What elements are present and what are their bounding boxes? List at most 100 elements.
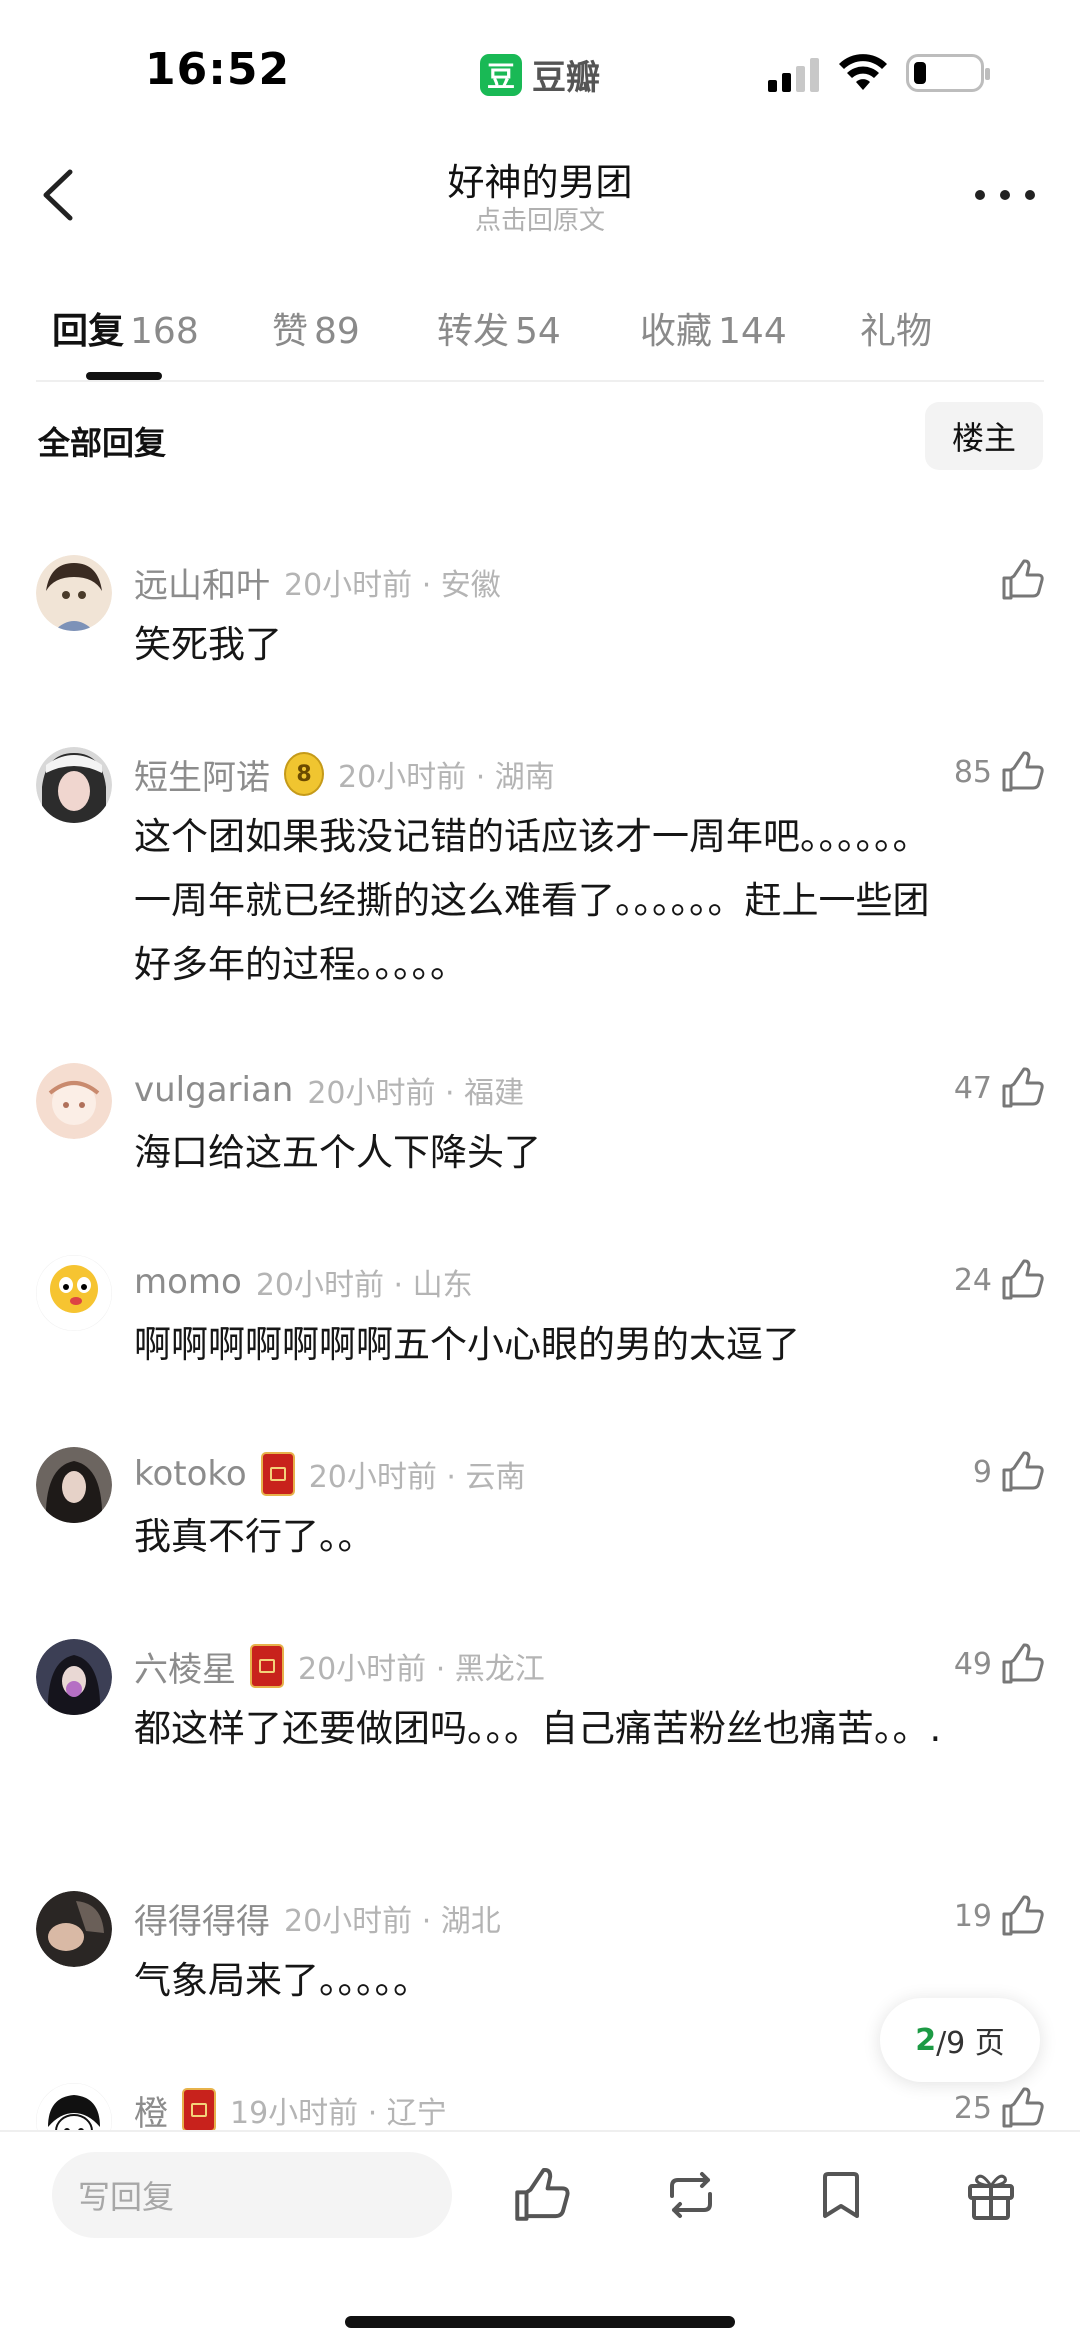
tab-reposts-label: 转发 (437, 311, 510, 352)
tab-replies[interactable]: 回复 168 (52, 302, 199, 354)
nav-bar: 好神的男团 点击回原文 (0, 130, 1080, 260)
gift-icon[interactable] (962, 2166, 1020, 2224)
total-pages: /9 页 (936, 2026, 1005, 2061)
comment-header: kotoko 20小时前 · 云南 (134, 1451, 526, 1497)
wifi-icon (839, 54, 887, 90)
comment-text: 笑死我了 (134, 623, 282, 666)
like-count: 85 (953, 754, 992, 790)
like-button[interactable]: 85 (954, 747, 1044, 797)
all-replies-label[interactable]: 全部回复 (38, 418, 166, 464)
comment-meta: 20小时前 · 山东 (255, 1268, 473, 1303)
like-button[interactable]: 24 (954, 1255, 1044, 1305)
like-button[interactable] (992, 555, 1044, 605)
tab-likes-label: 赞 (272, 311, 309, 352)
comment-header: vulgarian 20小时前 · 福建 (134, 1067, 524, 1113)
red-envelope-badge-icon (260, 1452, 295, 1496)
tab-collections-label: 收藏 (640, 311, 713, 352)
comment-text: 气象局来了。。。。。 (134, 1959, 430, 2002)
avatar[interactable] (36, 1063, 112, 1139)
tab-likes[interactable]: 赞 89 (272, 302, 360, 354)
filter-row: 全部回复 楼主 (0, 400, 1080, 472)
comment-header: 得得得得 20小时前 · 湖北 (134, 1894, 501, 1943)
level-badge-icon: 8 (284, 752, 324, 796)
bookmark-icon[interactable] (812, 2166, 870, 2224)
tab-reposts[interactable]: 转发 54 (437, 302, 561, 354)
comment-meta: 19小时前 · 辽宁 (230, 2096, 447, 2131)
tab-reposts-count: 54 (515, 311, 561, 352)
thumbs-up-icon (1002, 751, 1044, 792)
page-indicator[interactable]: 2/9 页 (880, 1998, 1040, 2082)
status-time: 16:52 (145, 44, 291, 95)
comment-author[interactable]: 六棱星 (134, 1642, 236, 1691)
comment-header: 六棱星 20小时前 · 黑龙江 (134, 1642, 545, 1691)
status-bar: 16:52 豆 豆瓣 (0, 0, 1080, 130)
avatar[interactable] (36, 747, 112, 823)
app-badge-icon: 豆 (480, 53, 522, 96)
back-to-original-link[interactable]: 点击回原文 (0, 200, 1080, 237)
avatar[interactable] (36, 1639, 112, 1715)
tab-gifts-label: 礼物 (860, 311, 933, 352)
comment-meta: 20小时前 · 安徽 (284, 568, 501, 603)
comment-author[interactable]: 橙 (134, 2086, 168, 2135)
like-button[interactable]: 47 (954, 1063, 1044, 1113)
tab-gifts[interactable]: 礼物 (860, 302, 932, 354)
comment-author[interactable]: 得得得得 (134, 1894, 270, 1943)
comment-meta: 20小时前 · 福建 (307, 1076, 525, 1111)
comment-author[interactable]: vulgarian (134, 1070, 293, 1110)
comment-author[interactable]: 远山和叶 (134, 558, 270, 607)
thumbs-up-icon (1002, 559, 1044, 600)
comment-text: 我真不行了。。 (134, 1515, 375, 1558)
home-indicator (345, 2316, 735, 2328)
comment-meta: 20小时前 · 湖北 (284, 1904, 501, 1939)
like-count: 24 (953, 1262, 992, 1298)
like-count: 49 (953, 1646, 992, 1682)
comment-header: 远山和叶 20小时前 · 安徽 (134, 558, 501, 607)
like-count: 9 (972, 1454, 992, 1490)
like-icon[interactable] (512, 2166, 570, 2224)
comment-text: 都这样了还要做团吗。。。自己痛苦粉丝也痛苦。。. (134, 1707, 942, 1750)
like-count: 19 (953, 1898, 992, 1934)
more-options-icon[interactable] (975, 180, 1035, 210)
red-envelope-badge-icon (250, 1644, 284, 1688)
avatar[interactable] (36, 1255, 112, 1331)
comment-author[interactable]: kotoko (134, 1454, 247, 1494)
app-name: 豆瓣 (532, 58, 600, 98)
battery-icon (906, 54, 990, 92)
like-button[interactable]: 19 (954, 1891, 1044, 1941)
thumbs-up-icon (1002, 2087, 1044, 2128)
tab-collections-count: 144 (718, 311, 787, 352)
like-button[interactable]: 49 (954, 1639, 1044, 1689)
comment-meta: 20小时前 · 云南 (308, 1460, 526, 1495)
bottom-action-bar: 写回复 (0, 2130, 1080, 2341)
thumbs-up-icon (1002, 1451, 1044, 1492)
tab-collections[interactable]: 收藏 144 (640, 302, 787, 354)
like-count: 25 (953, 2090, 992, 2126)
comment-author[interactable]: momo (134, 1262, 242, 1302)
thumbs-up-icon (1002, 1895, 1044, 1936)
avatar[interactable] (36, 555, 112, 631)
like-button[interactable]: 9 (973, 1447, 1044, 1497)
avatar[interactable] (36, 1891, 112, 1967)
comment-author[interactable]: 短生阿诺 (134, 750, 270, 799)
thumbs-up-icon (1002, 1067, 1044, 1108)
divider (36, 380, 1044, 382)
reply-input[interactable]: 写回复 (52, 2152, 452, 2238)
tab-likes-count: 89 (314, 311, 360, 352)
tab-replies-label: 回复 (52, 311, 125, 352)
current-page: 2 (915, 2022, 937, 2058)
comment-text: 海口给这五个人下降头了 (134, 1131, 541, 1174)
like-button[interactable]: 25 (954, 2083, 1044, 2133)
thumbs-up-icon (1002, 1643, 1044, 1684)
owner-only-button[interactable]: 楼主 (925, 402, 1043, 470)
avatar[interactable] (36, 1447, 112, 1523)
page-title: 好神的男团 (447, 161, 633, 204)
comment-text: 啊啊啊啊啊啊啊五个小心眼的男的太逗了 (134, 1323, 800, 1366)
active-tab-indicator (86, 372, 162, 380)
comment-header: 短生阿诺 8 20小时前 · 湖南 (134, 750, 555, 799)
comment-meta: 20小时前 · 湖南 (338, 760, 555, 795)
like-count: 47 (953, 1070, 992, 1106)
red-envelope-badge-icon (182, 2088, 216, 2132)
comment-meta: 20小时前 · 黑龙江 (298, 1652, 545, 1687)
repost-icon[interactable] (662, 2166, 720, 2224)
comment-header: 橙 19小时前 · 辽宁 (134, 2086, 447, 2135)
